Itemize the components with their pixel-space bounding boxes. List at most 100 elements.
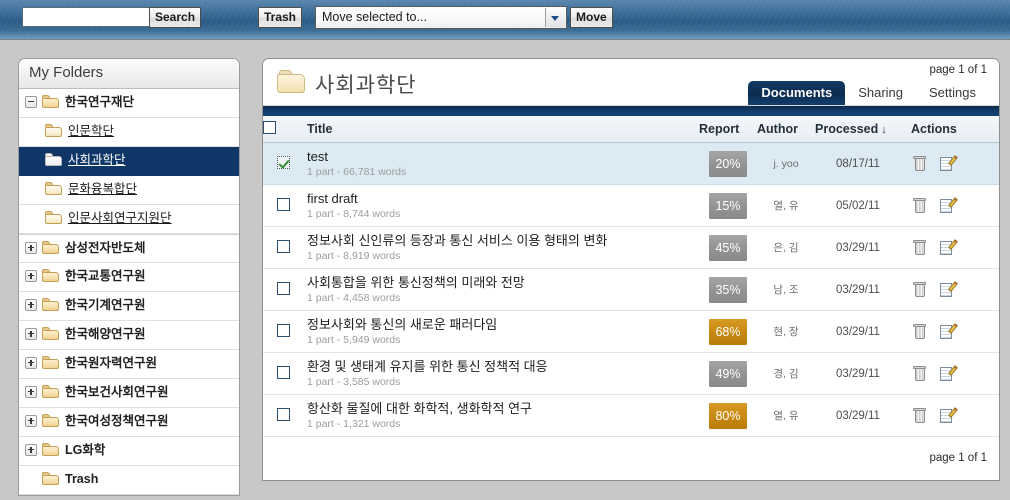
sidebar-item[interactable]: 한국보건사회연구원 <box>19 379 239 408</box>
sidebar-item-label: 한국기계연구원 <box>65 298 146 312</box>
sidebar-item[interactable]: 한국원자력연구원 <box>19 350 239 379</box>
similarity-badge[interactable]: 15% <box>709 192 747 219</box>
move-button[interactable]: Move <box>570 7 613 28</box>
row-checkbox[interactable] <box>276 155 290 169</box>
similarity-badge[interactable]: 68% <box>709 318 747 345</box>
trash-icon[interactable] <box>913 324 926 339</box>
document-title-cell: test 1 part - 66,781 words <box>303 142 699 185</box>
folder-icon <box>42 472 59 485</box>
collapse-icon[interactable] <box>25 95 37 108</box>
trash-icon[interactable] <box>913 240 926 255</box>
report-cell: 35% <box>699 268 757 311</box>
processed-date-cell: 03/29/11 <box>815 352 901 395</box>
column-header-report[interactable]: Report <box>699 116 757 143</box>
document-title[interactable]: 정보사회 신인류의 등장과 통신 서비스 이용 형태의 변화 <box>303 233 699 249</box>
edit-icon[interactable] <box>940 324 955 340</box>
sidebar-item[interactable]: 한국여성정책연구원 <box>19 408 239 437</box>
sidebar-item[interactable]: 삼성전자반도체 <box>19 234 239 263</box>
folder-icon <box>277 70 305 93</box>
document-title[interactable]: test <box>303 149 699 165</box>
document-meta: 1 part - 8,744 words <box>307 207 401 220</box>
folder-icon <box>42 241 59 254</box>
trash-button[interactable]: Trash <box>258 7 303 28</box>
document-title[interactable]: first draft <box>303 191 699 207</box>
select-all-checkbox[interactable] <box>263 121 276 134</box>
trash-icon[interactable] <box>913 282 926 297</box>
sidebar-item[interactable]: LG화학 <box>19 437 239 466</box>
trash-icon[interactable] <box>913 156 926 171</box>
document-meta: 1 part - 66,781 words <box>307 165 407 178</box>
table-row[interactable]: 환경 및 생태계 유지를 위한 통신 정책적 대응 1 part - 3,585 … <box>263 352 999 395</box>
similarity-badge[interactable]: 35% <box>709 276 747 303</box>
document-title[interactable]: 정보사회와 통신의 새로운 패러다임 <box>303 317 699 333</box>
page-title: 사회과학단 <box>315 74 417 97</box>
row-checkbox[interactable] <box>276 407 290 421</box>
column-header-author[interactable]: Author <box>757 116 815 143</box>
row-checkbox[interactable] <box>276 197 290 211</box>
row-select-cell <box>263 394 303 437</box>
expand-icon[interactable] <box>25 414 37 427</box>
edit-icon[interactable] <box>940 282 955 298</box>
row-checkbox[interactable] <box>276 323 290 337</box>
table-row[interactable]: 사회통합을 위한 통신정책의 미래와 전망 1 part - 4,458 word… <box>263 268 999 311</box>
search-button[interactable]: Search <box>149 7 202 28</box>
sidebar-item[interactable]: 한국해양연구원 <box>19 321 239 350</box>
similarity-badge[interactable]: 80% <box>709 402 747 429</box>
trash-icon[interactable] <box>913 366 926 381</box>
tab-documents[interactable]: Documents <box>748 81 846 105</box>
sidebar-item-label: 한국여성정책연구원 <box>65 414 169 428</box>
chevron-down-icon[interactable] <box>545 8 565 27</box>
table-row[interactable]: 항산화 물질에 대한 화학적, 생화학적 연구 1 part - 1,321 wo… <box>263 394 999 437</box>
document-title[interactable]: 항산화 물질에 대한 화학적, 생화학적 연구 <box>303 401 699 417</box>
table-row[interactable]: test 1 part - 66,781 words 20% j. yoo 08/17/… <box>263 142 999 185</box>
edit-icon[interactable] <box>940 408 955 424</box>
sidebar-item[interactable]: 인문학단 <box>19 118 239 147</box>
expand-icon[interactable] <box>25 443 37 456</box>
sidebar-item[interactable]: 한국교통연구원 <box>19 263 239 292</box>
sidebar-item[interactable]: 한국기계연구원 <box>19 292 239 321</box>
document-title[interactable]: 환경 및 생태계 유지를 위한 통신 정책적 대응 <box>303 359 699 375</box>
table-row[interactable]: first draft 1 part - 8,744 words 15% 열, 유 05… <box>263 184 999 227</box>
trash-icon[interactable] <box>913 408 926 423</box>
row-checkbox[interactable] <box>276 281 290 295</box>
similarity-badge[interactable]: 45% <box>709 234 747 261</box>
edit-icon[interactable] <box>940 240 955 256</box>
edit-icon[interactable] <box>940 156 955 172</box>
similarity-badge[interactable]: 49% <box>709 360 747 387</box>
move-target-select[interactable]: Move selected to... <box>315 6 567 29</box>
sidebar-item[interactable]: Trash <box>19 466 239 495</box>
expand-icon[interactable] <box>25 385 37 398</box>
column-header-actions: Actions <box>901 116 999 143</box>
tab-sharing[interactable]: Sharing <box>845 81 916 105</box>
table-row[interactable]: 정보사회와 통신의 새로운 패러다임 1 part - 5,949 words 68… <box>263 310 999 353</box>
expand-icon[interactable] <box>25 298 37 311</box>
edit-icon[interactable] <box>940 198 955 214</box>
document-title-cell: 정보사회 신인류의 등장과 통신 서비스 이용 형태의 변화 1 part - 8… <box>303 226 699 269</box>
sidebar-item[interactable]: 사회과학단 <box>19 147 239 176</box>
table-row[interactable]: 정보사회 신인류의 등장과 통신 서비스 이용 형태의 변화 1 part - 8… <box>263 226 999 269</box>
edit-icon[interactable] <box>940 366 955 382</box>
report-cell: 20% <box>699 142 757 185</box>
document-title[interactable]: 사회통합을 위한 통신정책의 미래와 전망 <box>303 275 699 291</box>
tab-settings[interactable]: Settings <box>916 81 989 105</box>
column-header-processed[interactable]: Processed ↓ <box>815 116 901 143</box>
expand-icon[interactable] <box>25 241 37 254</box>
sidebar-item[interactable]: 한국연구재단 <box>19 89 239 118</box>
search-input[interactable] <box>22 7 152 27</box>
document-title-cell: 항산화 물질에 대한 화학적, 생화학적 연구 1 part - 1,321 wo… <box>303 394 699 437</box>
similarity-badge[interactable]: 20% <box>709 150 747 177</box>
expand-icon[interactable] <box>25 327 37 340</box>
main-header: 사회과학단 page 1 of 1 Documents Sharing Settin… <box>263 59 999 106</box>
trash-icon[interactable] <box>913 198 926 213</box>
sidebar-item-label: 문화융복합단 <box>68 182 138 196</box>
sidebar-item[interactable]: 문화융복합단 <box>19 176 239 205</box>
expand-icon[interactable] <box>25 356 37 369</box>
document-title-cell: 정보사회와 통신의 새로운 패러다임 1 part - 5,949 words <box>303 310 699 353</box>
main-footer: page 1 of 1 <box>263 437 999 480</box>
sidebar-item[interactable]: 인문사회연구지원단 <box>19 205 239 234</box>
expand-icon[interactable] <box>25 269 37 282</box>
row-checkbox[interactable] <box>276 239 290 253</box>
column-header-title[interactable]: Title <box>303 116 699 143</box>
row-checkbox[interactable] <box>276 365 290 379</box>
author-cell: 현, 장 <box>757 310 815 353</box>
